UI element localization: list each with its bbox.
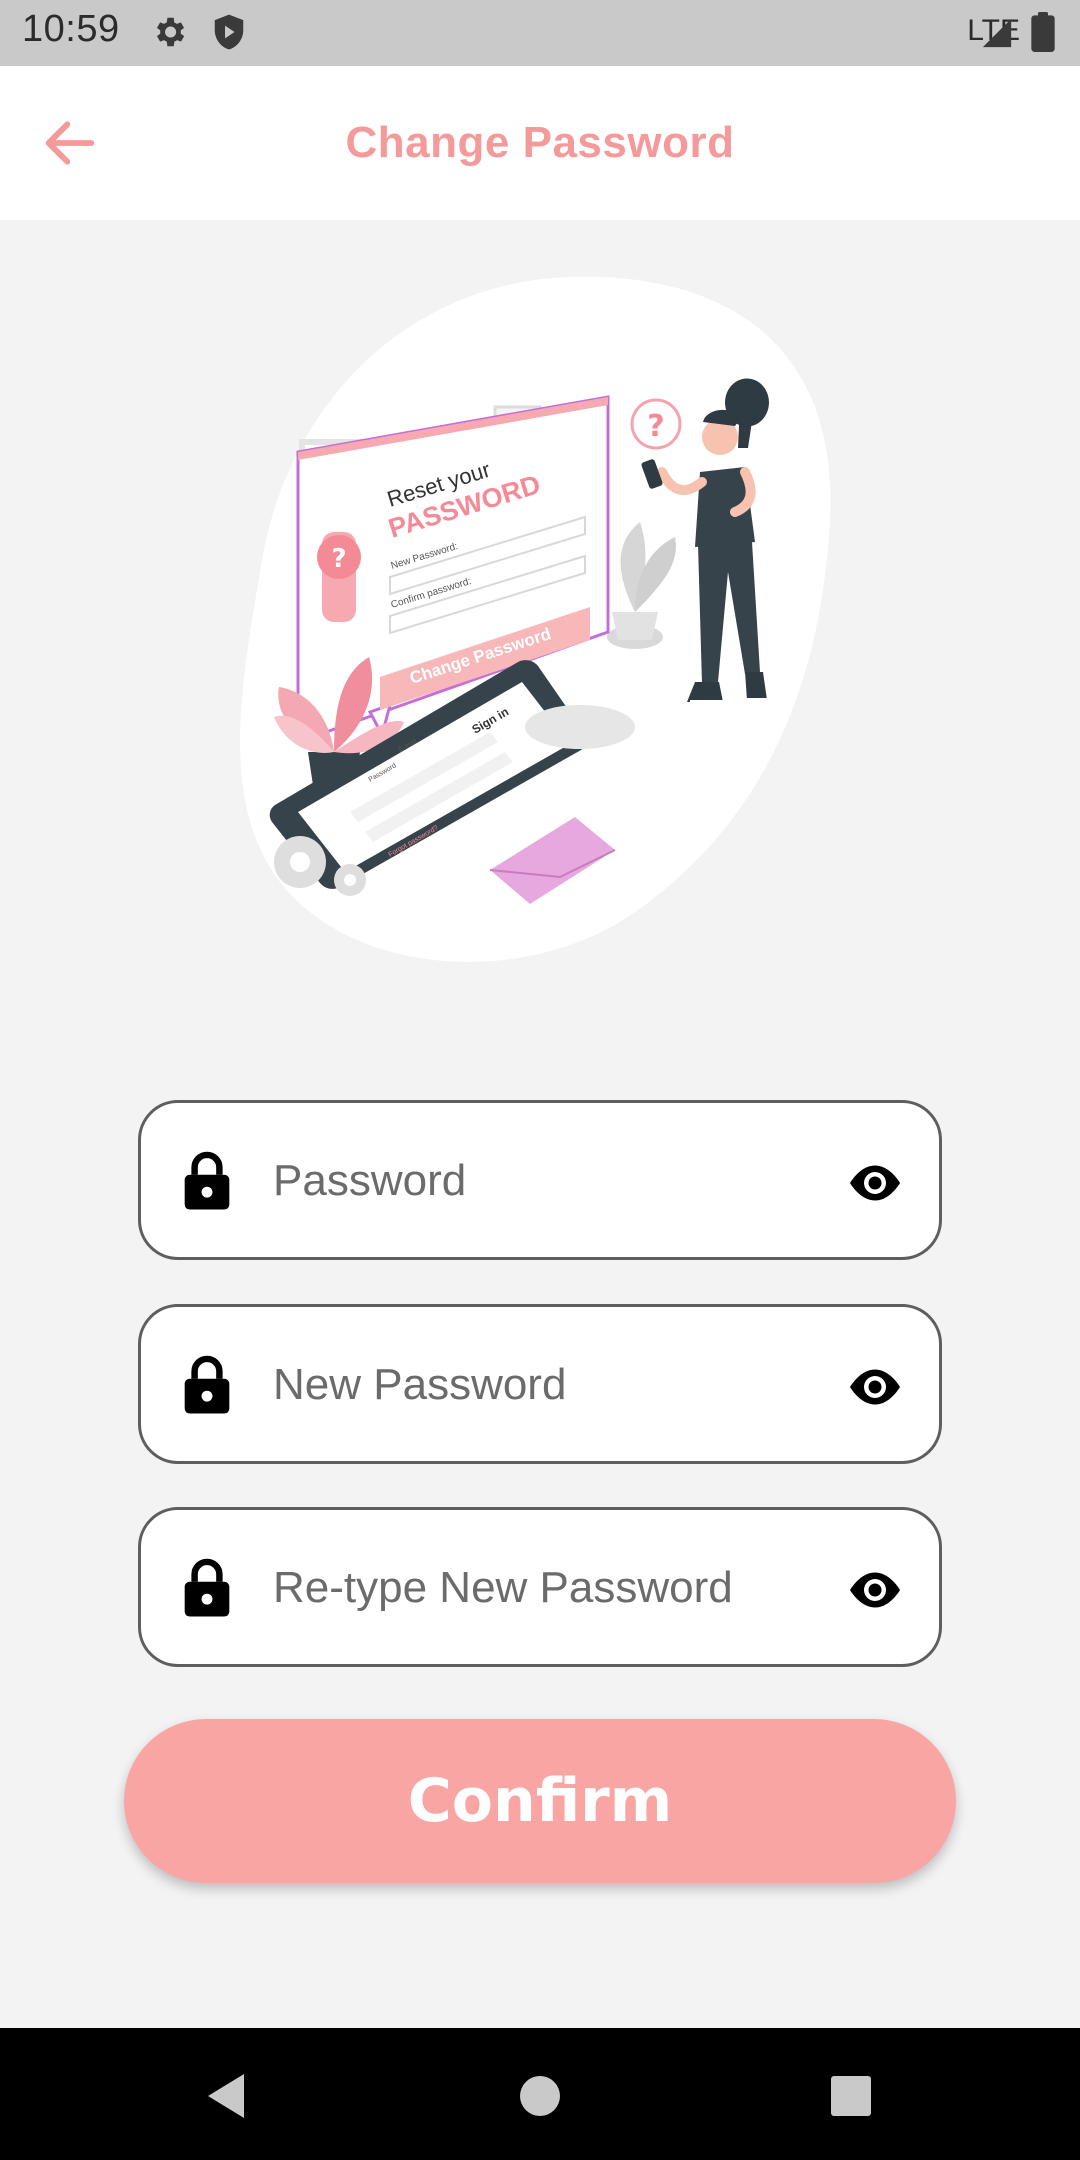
eye-icon[interactable] xyxy=(843,1357,907,1417)
eye-icon[interactable] xyxy=(843,1560,907,1620)
status-bar: 10:59 LTE xyxy=(0,0,1080,66)
arrow-back-icon xyxy=(45,121,95,165)
nav-back-icon[interactable] xyxy=(204,2072,248,2120)
lock-icon xyxy=(184,1558,230,1617)
navigation-bar xyxy=(0,2028,1080,2160)
back-button[interactable] xyxy=(38,111,118,175)
nav-home-icon[interactable] xyxy=(518,2074,562,2118)
nav-recents-icon[interactable] xyxy=(829,2074,873,2118)
retype-password-input[interactable] xyxy=(271,1510,815,1666)
status-time: 10:59 xyxy=(22,8,120,50)
page-title: Change Password xyxy=(345,118,735,167)
retype-password-field[interactable] xyxy=(138,1507,942,1667)
reset-password-illustration: ? Reset your PASSWORD New Password: Conf… xyxy=(240,276,831,962)
signal-icon xyxy=(982,18,1012,48)
svg-text:?: ? xyxy=(647,409,664,444)
password-field[interactable] xyxy=(138,1100,942,1260)
app-bar: Change Password xyxy=(0,66,1080,220)
eye-icon[interactable] xyxy=(843,1153,907,1213)
lock-icon xyxy=(184,1151,230,1210)
lock-icon xyxy=(184,1355,230,1414)
battery-icon xyxy=(1031,12,1055,52)
svg-text:?: ? xyxy=(331,544,346,574)
new-password-field[interactable] xyxy=(138,1304,942,1464)
confirm-button[interactable]: Confirm xyxy=(124,1719,956,1883)
password-input[interactable] xyxy=(271,1103,815,1259)
shield-icon xyxy=(214,14,244,50)
gear-icon xyxy=(156,17,185,47)
new-password-input[interactable] xyxy=(271,1307,815,1463)
